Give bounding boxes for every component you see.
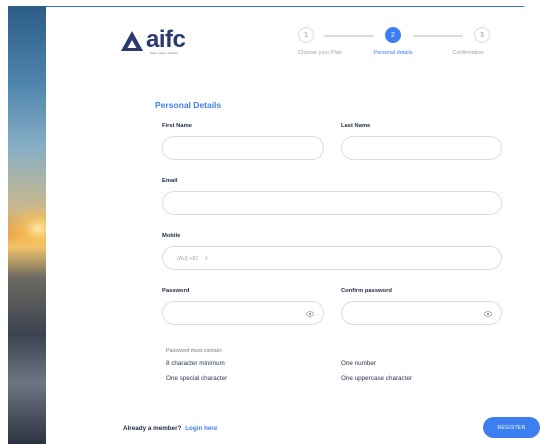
- email-field[interactable]: [162, 191, 502, 215]
- last-name-label: Last Name: [341, 123, 371, 129]
- mobile-label: Mobile: [162, 233, 181, 239]
- password-rule: One number: [341, 360, 377, 367]
- mobile-input[interactable]: [163, 248, 501, 270]
- step-connector-2: [413, 35, 463, 37]
- brand-tagline: Save • Plan • Secure: [150, 51, 178, 55]
- first-name-field[interactable]: [162, 136, 324, 160]
- country-code-select[interactable]: (AU) +61 ⇕: [173, 253, 213, 264]
- top-border: [46, 6, 524, 7]
- email-input[interactable]: [163, 193, 501, 215]
- password-rules-caption: Password must contain:: [166, 348, 223, 354]
- step-2-indicator[interactable]: 2: [385, 27, 401, 43]
- step-3-label: Confirmation: [452, 50, 484, 56]
- section-title: Personal Details: [155, 100, 222, 110]
- password-rule: One uppercase character: [341, 375, 413, 382]
- registration-stepper: 1 2 3 Choose your Plan Personal details …: [290, 26, 500, 66]
- brand-name: aifc: [146, 26, 186, 53]
- login-link[interactable]: Login here: [185, 425, 217, 432]
- brand-logo[interactable]: aifc Save • Plan • Secure: [120, 26, 186, 55]
- eye-icon[interactable]: [484, 310, 492, 318]
- hero-image-sun: [8, 205, 46, 245]
- already-member-label: Already a member?: [123, 425, 182, 432]
- last-name-input[interactable]: [342, 138, 501, 160]
- eye-icon[interactable]: [306, 310, 314, 318]
- already-member-text: Already a member? Login here: [123, 425, 217, 432]
- confirm-password-field[interactable]: [341, 301, 502, 325]
- password-rule: 8 character minimum: [166, 360, 225, 367]
- step-3-indicator[interactable]: 3: [474, 27, 490, 43]
- country-code-value: (AU) +61: [177, 255, 199, 262]
- confirm-password-input[interactable]: [342, 303, 501, 325]
- password-label: Password: [162, 288, 190, 294]
- chevron-updown-icon: ⇕: [204, 255, 209, 262]
- step-1-label: Choose your Plan: [298, 50, 342, 56]
- password-field[interactable]: [162, 301, 324, 325]
- step-2-label: Personal details: [373, 50, 413, 56]
- password-rule: One special character: [166, 375, 228, 382]
- step-connector-1: [324, 35, 374, 37]
- step-1-indicator[interactable]: 1: [298, 27, 314, 43]
- mountain-logo-icon: [121, 31, 143, 51]
- register-button[interactable]: REGISTER: [483, 417, 540, 438]
- first-name-label: First Name: [162, 123, 192, 129]
- mobile-field[interactable]: (AU) +61 ⇕: [162, 246, 502, 270]
- first-name-input[interactable]: [163, 138, 323, 160]
- email-label: Email: [162, 178, 178, 184]
- confirm-password-label: Confirm password: [341, 288, 392, 294]
- last-name-field[interactable]: [341, 136, 502, 160]
- password-input[interactable]: [163, 303, 323, 325]
